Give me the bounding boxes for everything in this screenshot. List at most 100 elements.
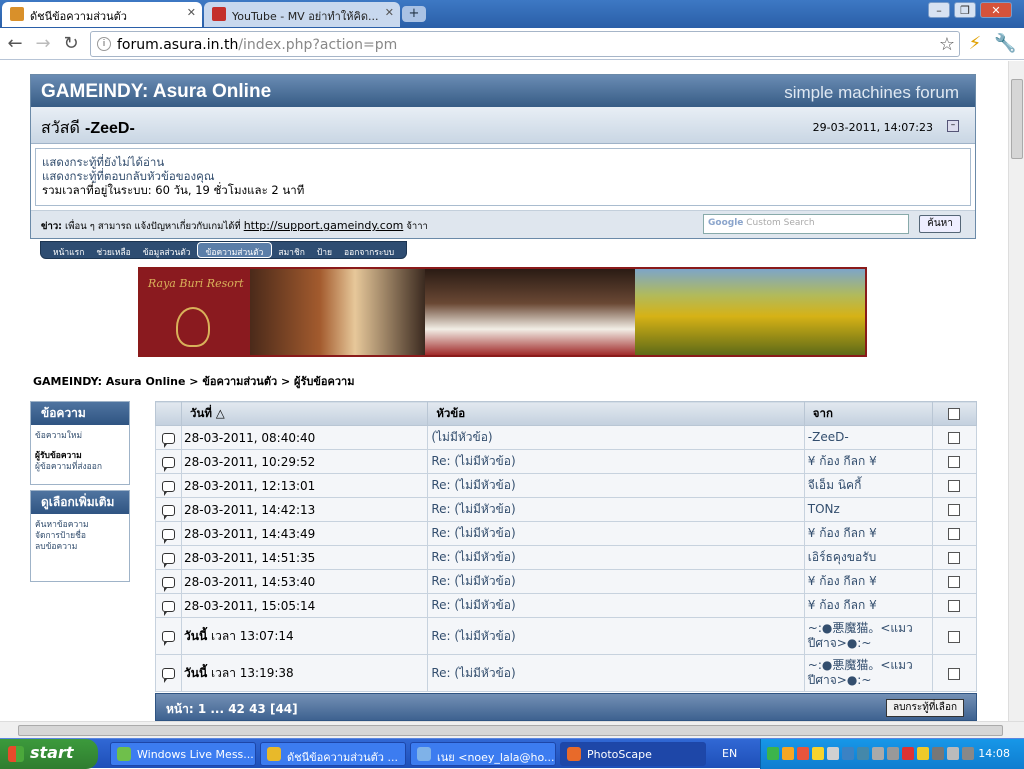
task-chrome[interactable]: ดัชนีข้อความส่วนตัว ... [260,742,406,766]
tray-icon[interactable] [782,747,794,760]
table-row[interactable]: 28-03-2011, 14:51:35 Re: (ไม่มีหัวข้อ) เอิ… [154,545,978,570]
sidebar-item-inbox[interactable]: ผู้รับข้อความ [35,451,125,462]
table-row[interactable]: 28-03-2011, 14:42:13 Re: (ไม่มีหัวข้อ) TON… [154,497,978,522]
scroll-thumb[interactable] [1011,79,1023,159]
from-column-header[interactable]: จาก [803,401,933,426]
delete-selected-button[interactable]: ลบกระทู้ที่เลือก [885,699,964,717]
table-row[interactable]: 28-03-2011, 14:43:49 Re: (ไม่มีหัวข้อ) ¥ ก… [154,521,978,546]
table-row[interactable]: วันนี้ เวลา 13:07:14 Re: (ไม่มีหัวข้อ) ~:●… [154,617,978,655]
message-checkbox[interactable] [948,528,961,540]
message-checkbox[interactable] [948,576,961,588]
tray-icon[interactable] [932,747,944,760]
close-tab-icon[interactable]: ✕ [385,6,394,19]
message-from[interactable]: ~:●悪魔猫。<แมวปีศาจ>●:~ [803,654,933,692]
message-subject[interactable]: Re: (ไม่มีหัวข้อ) [427,473,805,498]
tray-icon[interactable] [887,747,899,760]
replies-link[interactable]: แสดงกระทู้ที่ตอบกลับหัวข้อของคุณ [42,169,964,183]
table-row[interactable]: 28-03-2011, 14:53:40 Re: (ไม่มีหัวข้อ) ¥ ก… [154,569,978,594]
support-link[interactable]: http://support.gameindy.com [244,219,404,232]
message-from[interactable]: -ZeeD- [803,425,933,450]
message-subject[interactable]: Re: (ไม่มีหัวข้อ) [427,545,805,570]
tray-icon[interactable] [947,747,959,760]
new-tab-button[interactable]: + [402,6,426,22]
search-input[interactable]: Google Custom Search [703,214,909,234]
message-from[interactable]: จีเอ็ม นิคกี้ [803,473,933,498]
message-from[interactable]: ~:●悪魔猫。<แมวปีศาจ>●:~ [803,617,933,655]
message-from[interactable]: ¥ ก้อง กีลก ¥ [803,449,933,474]
address-bar[interactable]: i forum.asura.in.th/index.php?action=pm … [90,31,960,57]
minimize-button[interactable]: – [928,2,950,18]
tray-icon[interactable] [902,747,914,760]
menu-profile[interactable]: ข้อมูลส่วนตัว [137,242,197,258]
menu-home[interactable]: หน้าแรก [47,242,90,258]
reload-button[interactable]: ↻ [60,33,82,55]
horizontal-scrollbar[interactable] [0,721,1024,738]
tray-icon[interactable] [917,747,929,760]
message-checkbox[interactable] [948,480,961,492]
message-checkbox[interactable] [948,600,961,612]
breadcrumb[interactable]: GAMEINDY: Asura Online > ข้อความส่วนตัว … [33,372,354,390]
tab-youtube[interactable]: YouTube - MV อย่าทำให้คิด... ✕ [204,2,400,27]
date-column-header[interactable]: วันที่ △ [181,401,429,426]
tray-icon[interactable] [797,747,809,760]
message-checkbox[interactable] [948,456,961,468]
message-checkbox[interactable] [948,552,961,564]
sidebar-item-manage-labels[interactable]: จัดการป้ายชื่อ [35,531,125,542]
message-from[interactable]: เอิร์ธคุงขอรับ [803,545,933,570]
menu-members[interactable]: สมาชิก [272,242,310,258]
scroll-thumb[interactable] [18,725,1003,736]
task-chat[interactable]: เนย <noey_lala@ho... [410,742,556,766]
tray-icon[interactable] [872,747,884,760]
message-from[interactable]: ¥ ก้อง กีลก ¥ [803,593,933,618]
message-subject[interactable]: Re: (ไม่มีหัวข้อ) [427,497,805,522]
close-tab-icon[interactable]: ✕ [187,6,196,19]
language-indicator[interactable]: EN [722,747,737,760]
message-checkbox[interactable] [948,432,961,444]
tray-icon[interactable] [842,747,854,760]
advertisement-banner[interactable]: Raya Buri Resort [138,267,867,357]
vertical-scrollbar[interactable] [1008,61,1024,721]
message-checkbox[interactable] [948,630,961,643]
message-checkbox[interactable] [948,504,961,516]
sidebar-item-delete[interactable]: ลบข้อความ [35,542,125,553]
wrench-menu-icon[interactable]: 🔧 [994,33,1016,55]
tray-icon[interactable] [857,747,869,760]
pagination[interactable]: หน้า: 1 ... 42 43 [44] [166,700,298,719]
tray-icon[interactable] [962,747,974,760]
close-window-button[interactable]: ✕ [980,2,1012,18]
menu-logout[interactable]: ออกจากระบบ [338,242,400,258]
subject-column-header[interactable]: หัวข้อ [427,401,805,426]
message-subject[interactable]: Re: (ไม่มีหัวข้อ) [427,569,805,594]
menu-pm[interactable]: ข้อความส่วนตัว [196,242,273,258]
menu-labels[interactable]: ป้าย [311,242,338,258]
restore-button[interactable]: ❐ [954,2,976,18]
message-from[interactable]: ¥ ก้อง กีลก ¥ [803,569,933,594]
table-row[interactable]: 28-03-2011, 10:29:52 Re: (ไม่มีหัวข้อ) ¥ ก… [154,449,978,474]
collapse-icon[interactable]: – [947,120,959,132]
tray-icon[interactable] [827,747,839,760]
tray-icon[interactable] [812,747,824,760]
message-subject[interactable]: Re: (ไม่มีหัวข้อ) [427,617,805,655]
forward-button[interactable]: → [32,33,54,55]
bookmark-star-icon[interactable]: ☆ [939,34,955,55]
message-subject[interactable]: Re: (ไม่มีหัวข้อ) [427,654,805,692]
message-subject[interactable]: Re: (ไม่มีหัวข้อ) [427,593,805,618]
message-subject[interactable]: (ไม่มีหัวข้อ) [427,425,805,450]
table-row[interactable]: 28-03-2011, 12:13:01 Re: (ไม่มีหัวข้อ) จีเ… [154,473,978,498]
select-all-header[interactable] [931,401,978,426]
table-row[interactable]: วันนี้ เวลา 13:19:38 Re: (ไม่มีหัวข้อ) ~:●… [154,654,978,692]
sidebar-item-search[interactable]: ค้นหาข้อความ [35,520,125,531]
sidebar-item-sent[interactable]: ผู้ข้อความที่ส่งออก [35,462,125,473]
menu-help[interactable]: ช่วยเหลือ [90,242,136,258]
table-row[interactable]: 28-03-2011, 15:05:14 Re: (ไม่มีหัวข้อ) ¥ ก… [154,593,978,618]
sidebar-item-new-message[interactable]: ข้อความใหม่ [35,431,125,442]
tray-icon[interactable] [767,747,779,760]
unread-posts-link[interactable]: แสดงกระทู้ที่ยังไม่ได้อ่าน [42,155,964,169]
start-button[interactable]: start [0,739,98,769]
message-from[interactable]: TONz [803,497,933,522]
message-subject[interactable]: Re: (ไม่มีหัวข้อ) [427,521,805,546]
message-subject[interactable]: Re: (ไม่มีหัวข้อ) [427,449,805,474]
extension-lightning-icon[interactable]: ⚡ [964,33,986,55]
select-all-checkbox[interactable] [948,408,961,420]
task-windows-live[interactable]: Windows Live Mess... [110,742,256,766]
